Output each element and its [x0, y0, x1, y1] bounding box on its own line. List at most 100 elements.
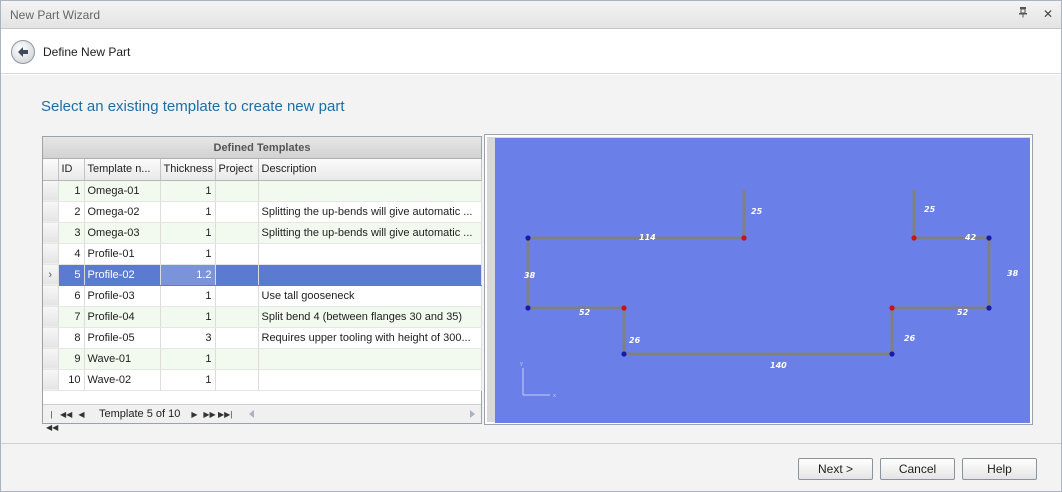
template-row[interactable]: 3 Omega-03 1 Splitting the up-bends will gi…: [43, 222, 482, 244]
template-row[interactable]: 10 Wave-02 1: [43, 369, 482, 391]
cell-description[interactable]: [258, 180, 482, 202]
cell-project[interactable]: [215, 285, 259, 307]
close-icon[interactable]: ✕: [1040, 6, 1056, 22]
cell-project[interactable]: [215, 369, 259, 391]
row-indicator[interactable]: [43, 180, 59, 202]
axis-x-label: x: [553, 393, 556, 399]
cell-id[interactable]: 10: [58, 369, 85, 391]
cell-thickness[interactable]: 1: [160, 180, 216, 202]
bend-node: [986, 305, 992, 311]
cell-project[interactable]: [215, 180, 259, 202]
template-row[interactable]: 9 Wave-01 1: [43, 348, 482, 370]
cell-id[interactable]: 8: [58, 327, 85, 349]
row-indicator[interactable]: [43, 285, 59, 307]
column-header-id[interactable]: ID: [58, 159, 85, 181]
row-indicator-header: [43, 159, 59, 181]
cell-thickness[interactable]: 1.2: [160, 264, 216, 286]
cell-thickness[interactable]: 1: [160, 243, 216, 265]
templates-table: ID Template n... Thickness Project Descr…: [43, 159, 482, 391]
template-row[interactable]: 1 Omega-01 1: [43, 180, 482, 202]
bend-node: [621, 305, 627, 311]
row-indicator[interactable]: [43, 306, 59, 328]
bend-node: [525, 305, 531, 311]
next-button[interactable]: Next >: [798, 458, 873, 480]
cell-project[interactable]: [215, 222, 259, 244]
template-row[interactable]: › 5 Profile-02 1.2: [43, 264, 482, 286]
cell-description[interactable]: Requires upper tooling with height of 30…: [258, 327, 482, 349]
cell-template-name[interactable]: Omega-01: [84, 180, 161, 202]
template-row[interactable]: 7 Profile-04 1 Split bend 4 (between flange…: [43, 306, 482, 328]
back-arrow-icon[interactable]: [11, 40, 35, 64]
cell-id[interactable]: 3: [58, 222, 85, 244]
cell-project[interactable]: [215, 264, 259, 286]
next-page-button[interactable]: ▶▶: [203, 408, 216, 421]
cell-id[interactable]: 6: [58, 285, 85, 307]
cell-id[interactable]: 5: [58, 264, 85, 286]
cell-description[interactable]: Splitting the up-bends will give automat…: [258, 222, 482, 244]
cell-description[interactable]: [258, 369, 482, 391]
cancel-button[interactable]: Cancel: [880, 458, 955, 480]
cell-thickness[interactable]: 1: [160, 285, 216, 307]
cell-id[interactable]: 1: [58, 180, 85, 202]
cell-template-name[interactable]: Omega-02: [84, 201, 161, 223]
template-row[interactable]: 8 Profile-05 3 Requires upper tooling with …: [43, 327, 482, 349]
cell-project[interactable]: [215, 348, 259, 370]
last-record-button[interactable]: ▶▶|: [218, 408, 232, 421]
row-indicator[interactable]: [43, 327, 59, 349]
row-indicator[interactable]: [43, 369, 59, 391]
cell-template-name[interactable]: Profile-02: [84, 264, 161, 286]
template-row[interactable]: 4 Profile-01 1: [43, 243, 482, 265]
cell-thickness[interactable]: 1: [160, 201, 216, 223]
column-header-description[interactable]: Description: [258, 159, 482, 181]
first-record-button[interactable]: |◀◀: [46, 408, 58, 432]
cell-project[interactable]: [215, 306, 259, 328]
previous-record-button[interactable]: ◀: [76, 408, 87, 421]
cell-project[interactable]: [215, 243, 259, 265]
column-header-template-name[interactable]: Template n...: [84, 159, 161, 181]
wizard-step-title: Define New Part: [43, 45, 131, 59]
cell-template-name[interactable]: Profile-01: [84, 243, 161, 265]
previous-page-button[interactable]: ◀◀: [60, 408, 72, 421]
bend-node: [986, 235, 992, 241]
cell-thickness[interactable]: 1: [160, 306, 216, 328]
cell-id[interactable]: 2: [58, 201, 85, 223]
cell-project[interactable]: [215, 201, 259, 223]
cell-id[interactable]: 9: [58, 348, 85, 370]
dimension-label: 25: [751, 207, 763, 216]
bend-node: [621, 351, 627, 357]
cell-template-name[interactable]: Profile-05: [84, 327, 161, 349]
row-indicator[interactable]: [43, 243, 59, 265]
cell-description[interactable]: [258, 348, 482, 370]
horizontal-scrollbar[interactable]: [246, 407, 478, 421]
cell-template-name[interactable]: Omega-03: [84, 222, 161, 244]
cell-description[interactable]: [258, 264, 482, 286]
cell-template-name[interactable]: Profile-03: [84, 285, 161, 307]
row-indicator[interactable]: ›: [43, 264, 59, 286]
column-header-project[interactable]: Project: [215, 159, 259, 181]
template-row[interactable]: 2 Omega-02 1 Splitting the up-bends will gi…: [43, 201, 482, 223]
cell-id[interactable]: 7: [58, 306, 85, 328]
cell-template-name[interactable]: Wave-02: [84, 369, 161, 391]
row-indicator[interactable]: [43, 222, 59, 244]
cell-project[interactable]: [215, 327, 259, 349]
next-record-button[interactable]: ▶: [189, 408, 200, 421]
cell-description[interactable]: Use tall gooseneck: [258, 285, 482, 307]
cell-thickness[interactable]: 1: [160, 369, 216, 391]
pin-icon[interactable]: [1015, 6, 1031, 22]
cell-thickness[interactable]: 1: [160, 348, 216, 370]
cell-description[interactable]: [258, 243, 482, 265]
template-row[interactable]: 6 Profile-03 1 Use tall gooseneck: [43, 285, 482, 307]
bend-node: [525, 235, 531, 241]
cell-description[interactable]: Split bend 4 (between flanges 30 and 35): [258, 306, 482, 328]
cell-description[interactable]: Splitting the up-bends will give automat…: [258, 201, 482, 223]
cell-thickness[interactable]: 3: [160, 327, 216, 349]
help-button[interactable]: Help: [962, 458, 1037, 480]
row-indicator[interactable]: [43, 348, 59, 370]
column-header-thickness[interactable]: Thickness: [160, 159, 216, 181]
row-indicator[interactable]: [43, 201, 59, 223]
cell-thickness[interactable]: 1: [160, 222, 216, 244]
cell-template-name[interactable]: Wave-01: [84, 348, 161, 370]
cell-id[interactable]: 4: [58, 243, 85, 265]
dimension-label: 52: [957, 308, 969, 317]
cell-template-name[interactable]: Profile-04: [84, 306, 161, 328]
